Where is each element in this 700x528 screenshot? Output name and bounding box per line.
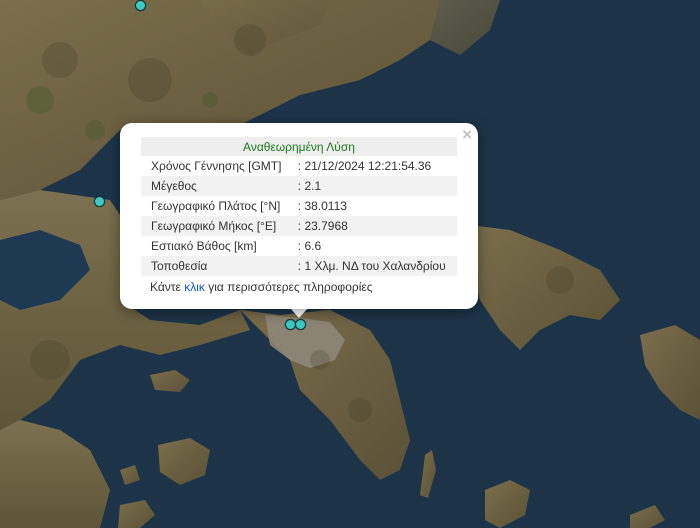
table-row: Τοποθεσία : 1 Χλμ. ΝΔ του Χαλανδρίου — [141, 256, 457, 276]
row-label-longitude: Γεωγραφικό Μήκος [°E] — [141, 216, 292, 236]
row-value-magnitude: : 2.1 — [291, 176, 457, 196]
row-value-origin-time: : 21/12/2024 12:21:54.36 — [297, 159, 432, 173]
row-value-depth: : 6.6 — [297, 239, 322, 253]
more-info-link[interactable]: κλικ — [184, 280, 205, 294]
row-label-origin-time: Χρόνος Γέννησης [GMT] — [151, 159, 282, 173]
row-label-magnitude: Μέγεθος — [141, 176, 292, 196]
earthquake-marker[interactable] — [135, 0, 146, 11]
more-info-suffix: για περισσότερες πληροφορίες — [204, 280, 373, 294]
earthquake-marker-selected[interactable] — [295, 319, 306, 330]
map-view[interactable]: × Αναθεωρημένη Λύση Χρόνος Γέννησης [GMT… — [0, 0, 700, 528]
popup-title: Αναθεωρημένη Λύση — [141, 137, 457, 156]
popup-tip — [290, 308, 308, 318]
more-info-text: Κάντε κλικ για περισσότερες πληροφορίες — [150, 280, 373, 294]
more-info-prefix: Κάντε — [150, 280, 185, 294]
table-row: Χρόνος Γέννησης [GMT] : 21/12/2024 12:21… — [141, 156, 457, 176]
row-value-longitude: : 23.7968 — [291, 216, 457, 236]
earthquake-popup: × Αναθεωρημένη Λύση Χρόνος Γέννησης [GMT… — [120, 123, 478, 309]
table-row: Γεωγραφικό Μήκος [°E] : 23.7968 — [141, 216, 457, 236]
row-value-location: : 1 Χλμ. ΝΔ του Χαλανδρίου — [291, 256, 457, 276]
earthquake-marker[interactable] — [94, 196, 105, 207]
popup-close-button[interactable]: × — [462, 126, 472, 144]
row-value-latitude: : 38.0113 — [297, 199, 347, 213]
row-label-latitude: Γεωγραφικό Πλάτος [°N] — [151, 199, 281, 213]
table-row: Εστιακό Βάθος [km] : 6.6 — [141, 236, 457, 256]
quake-info-table: Αναθεωρημένη Λύση Χρόνος Γέννησης [GMT] … — [141, 137, 457, 276]
table-row: Μέγεθος : 2.1 — [141, 176, 457, 196]
row-label-location: Τοποθεσία — [141, 256, 292, 276]
table-row: Γεωγραφικό Πλάτος [°N] : 38.0113 — [141, 196, 457, 216]
row-label-depth: Εστιακό Βάθος [km] — [151, 239, 257, 253]
